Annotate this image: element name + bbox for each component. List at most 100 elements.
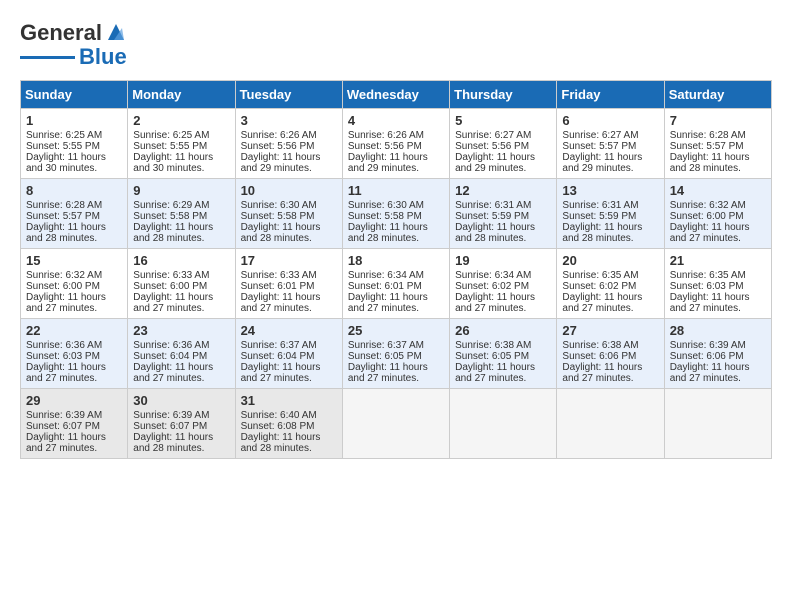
day-info-line: Sunset: 6:05 PM — [348, 351, 444, 362]
day-number: 21 — [670, 253, 766, 268]
day-info-line: Sunrise: 6:33 AM — [133, 270, 229, 281]
day-info-line: and 28 minutes. — [455, 233, 551, 244]
day-number: 1 — [26, 113, 122, 128]
calendar-cell — [450, 389, 557, 459]
day-info-line: Sunset: 6:00 PM — [670, 211, 766, 222]
calendar-cell: 25Sunrise: 6:37 AMSunset: 6:05 PMDayligh… — [342, 319, 449, 389]
day-info-line: and 27 minutes. — [455, 373, 551, 384]
day-number: 2 — [133, 113, 229, 128]
weekday-wednesday: Wednesday — [342, 81, 449, 109]
day-info-line: Sunrise: 6:38 AM — [455, 340, 551, 351]
day-info-line: Sunrise: 6:31 AM — [455, 200, 551, 211]
calendar-cell: 1Sunrise: 6:25 AMSunset: 5:55 PMDaylight… — [21, 109, 128, 179]
calendar-cell: 26Sunrise: 6:38 AMSunset: 6:05 PMDayligh… — [450, 319, 557, 389]
day-info-line: Sunrise: 6:28 AM — [26, 200, 122, 211]
calendar-cell: 18Sunrise: 6:34 AMSunset: 6:01 PMDayligh… — [342, 249, 449, 319]
day-info-line: and 27 minutes. — [26, 443, 122, 454]
day-info-line: and 27 minutes. — [670, 373, 766, 384]
day-info-line: Daylight: 11 hours — [26, 152, 122, 163]
day-info-line: Sunset: 6:03 PM — [670, 281, 766, 292]
day-info-line: Daylight: 11 hours — [670, 362, 766, 373]
day-info-line: and 27 minutes. — [348, 303, 444, 314]
day-info-line: Sunrise: 6:32 AM — [670, 200, 766, 211]
day-info-line: Sunrise: 6:38 AM — [562, 340, 658, 351]
day-info-line: Daylight: 11 hours — [26, 362, 122, 373]
calendar-cell: 10Sunrise: 6:30 AMSunset: 5:58 PMDayligh… — [235, 179, 342, 249]
logo-line — [20, 56, 75, 59]
day-info-line: Daylight: 11 hours — [455, 362, 551, 373]
day-info-line: and 28 minutes. — [133, 443, 229, 454]
day-info-line: Daylight: 11 hours — [133, 432, 229, 443]
weekday-thursday: Thursday — [450, 81, 557, 109]
day-info-line: Sunrise: 6:25 AM — [26, 130, 122, 141]
calendar-table: SundayMondayTuesdayWednesdayThursdayFrid… — [20, 80, 772, 459]
calendar-cell: 28Sunrise: 6:39 AMSunset: 6:06 PMDayligh… — [664, 319, 771, 389]
day-number: 25 — [348, 323, 444, 338]
day-number: 14 — [670, 183, 766, 198]
day-number: 28 — [670, 323, 766, 338]
day-number: 4 — [348, 113, 444, 128]
day-info-line: and 27 minutes. — [455, 303, 551, 314]
day-info-line: Daylight: 11 hours — [26, 432, 122, 443]
logo-text-blue: Blue — [79, 44, 127, 70]
day-info-line: Sunset: 6:03 PM — [26, 351, 122, 362]
calendar-cell: 7Sunrise: 6:28 AMSunset: 5:57 PMDaylight… — [664, 109, 771, 179]
day-info-line: and 27 minutes. — [26, 303, 122, 314]
day-info-line: Sunset: 6:04 PM — [133, 351, 229, 362]
calendar-cell: 30Sunrise: 6:39 AMSunset: 6:07 PMDayligh… — [128, 389, 235, 459]
day-info-line: Sunset: 6:05 PM — [455, 351, 551, 362]
day-info-line: Sunrise: 6:26 AM — [241, 130, 337, 141]
day-info-line: Sunrise: 6:30 AM — [348, 200, 444, 211]
calendar-cell: 20Sunrise: 6:35 AMSunset: 6:02 PMDayligh… — [557, 249, 664, 319]
day-info-line: Sunrise: 6:34 AM — [348, 270, 444, 281]
day-info-line: Daylight: 11 hours — [133, 222, 229, 233]
day-info-line: and 28 minutes. — [241, 443, 337, 454]
day-info-line: and 30 minutes. — [26, 163, 122, 174]
day-info-line: Sunrise: 6:27 AM — [455, 130, 551, 141]
calendar-cell: 2Sunrise: 6:25 AMSunset: 5:55 PMDaylight… — [128, 109, 235, 179]
day-info-line: Daylight: 11 hours — [241, 222, 337, 233]
day-info-line: Sunrise: 6:36 AM — [26, 340, 122, 351]
day-info-line: and 27 minutes. — [26, 373, 122, 384]
day-info-line: Daylight: 11 hours — [348, 292, 444, 303]
day-number: 19 — [455, 253, 551, 268]
day-info-line: and 28 minutes. — [133, 233, 229, 244]
calendar-cell: 22Sunrise: 6:36 AMSunset: 6:03 PMDayligh… — [21, 319, 128, 389]
day-info-line: Sunrise: 6:28 AM — [670, 130, 766, 141]
calendar-cell: 5Sunrise: 6:27 AMSunset: 5:56 PMDaylight… — [450, 109, 557, 179]
day-number: 31 — [241, 393, 337, 408]
day-info-line: and 28 minutes. — [26, 233, 122, 244]
day-info-line: Daylight: 11 hours — [348, 152, 444, 163]
day-info-line: Daylight: 11 hours — [562, 362, 658, 373]
day-info-line: Sunrise: 6:30 AM — [241, 200, 337, 211]
day-number: 7 — [670, 113, 766, 128]
calendar-cell: 14Sunrise: 6:32 AMSunset: 6:00 PMDayligh… — [664, 179, 771, 249]
day-info-line: Sunrise: 6:35 AM — [562, 270, 658, 281]
day-info-line: and 27 minutes. — [241, 303, 337, 314]
day-info-line: and 29 minutes. — [455, 163, 551, 174]
day-info-line: Sunset: 5:58 PM — [348, 211, 444, 222]
day-info-line: Sunset: 5:56 PM — [455, 141, 551, 152]
day-info-line: and 29 minutes. — [348, 163, 444, 174]
calendar-cell: 24Sunrise: 6:37 AMSunset: 6:04 PMDayligh… — [235, 319, 342, 389]
day-info-line: and 28 minutes. — [241, 233, 337, 244]
calendar-cell: 11Sunrise: 6:30 AMSunset: 5:58 PMDayligh… — [342, 179, 449, 249]
calendar-cell: 8Sunrise: 6:28 AMSunset: 5:57 PMDaylight… — [21, 179, 128, 249]
day-info-line: Sunrise: 6:37 AM — [241, 340, 337, 351]
week-row-5: 29Sunrise: 6:39 AMSunset: 6:07 PMDayligh… — [21, 389, 772, 459]
weekday-tuesday: Tuesday — [235, 81, 342, 109]
day-number: 17 — [241, 253, 337, 268]
day-info-line: and 27 minutes. — [562, 373, 658, 384]
day-info-line: and 27 minutes. — [133, 303, 229, 314]
calendar-cell: 3Sunrise: 6:26 AMSunset: 5:56 PMDaylight… — [235, 109, 342, 179]
day-info-line: Sunrise: 6:37 AM — [348, 340, 444, 351]
day-number: 13 — [562, 183, 658, 198]
calendar-cell: 4Sunrise: 6:26 AMSunset: 5:56 PMDaylight… — [342, 109, 449, 179]
page-header: General Blue — [20, 20, 772, 70]
logo-text-general: General — [20, 20, 102, 46]
day-number: 20 — [562, 253, 658, 268]
calendar-cell: 23Sunrise: 6:36 AMSunset: 6:04 PMDayligh… — [128, 319, 235, 389]
week-row-4: 22Sunrise: 6:36 AMSunset: 6:03 PMDayligh… — [21, 319, 772, 389]
day-info-line: Sunset: 5:58 PM — [133, 211, 229, 222]
day-number: 16 — [133, 253, 229, 268]
